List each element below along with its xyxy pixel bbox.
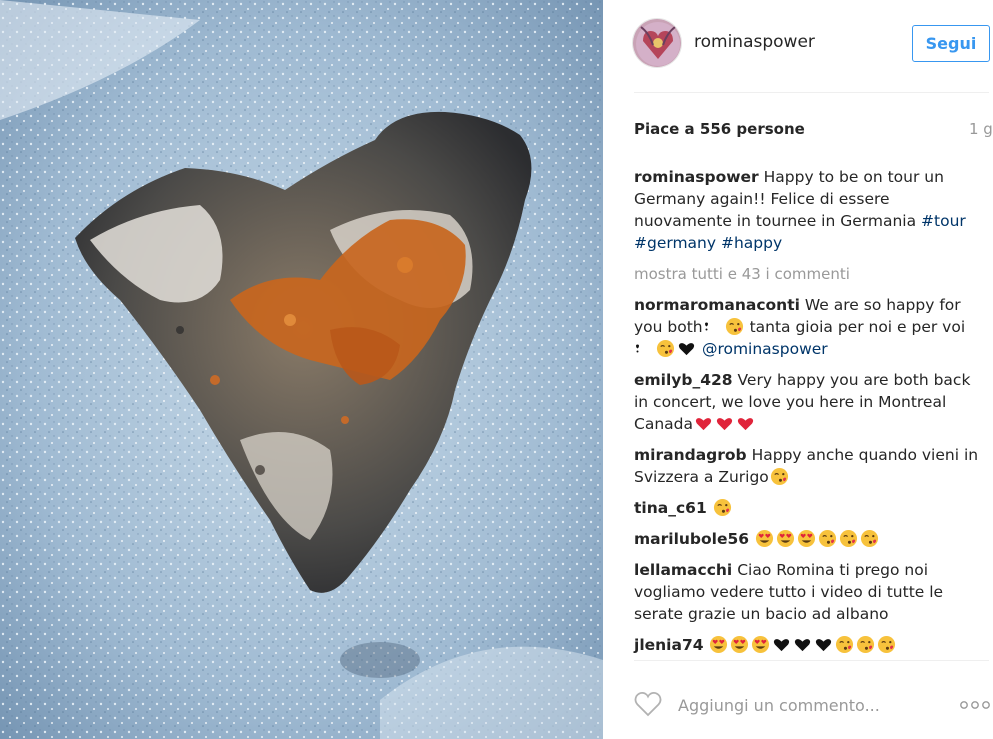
black-heart-icon — [814, 635, 833, 654]
kissing-face-icon — [860, 529, 879, 548]
heart-eyes-icon — [755, 529, 774, 548]
post-age[interactable]: 1 g — [969, 120, 993, 138]
comment-username[interactable]: tina_c61 — [634, 499, 707, 517]
post-details-panel: rominaspower Segui Piace a 556 persone 1… — [603, 0, 993, 739]
kissing-face-icon — [725, 317, 744, 336]
list-item: tina_c61 — [634, 497, 984, 519]
comments-list: rominaspower Happy to be on tour un Germ… — [634, 166, 984, 665]
avatar[interactable] — [632, 18, 682, 68]
heart-eyes-icon — [730, 635, 749, 654]
list-item: normaromanaconti We are so happy for you… — [634, 294, 984, 360]
black-heart-icon — [793, 635, 812, 654]
kissing-face-icon — [713, 498, 732, 517]
show-all-comments-link[interactable]: mostra tutti e 43 i commenti — [634, 263, 984, 285]
list-item: jlenia74 — [634, 634, 984, 656]
avatar-image — [633, 19, 681, 67]
mention-link[interactable]: @rominaspower — [702, 340, 828, 358]
follow-button[interactable]: Segui — [912, 25, 990, 62]
post-header: rominaspower Segui — [603, 0, 993, 93]
list-item: mirandagrob Happy anche quando vieni in … — [634, 444, 984, 488]
list-item: emilyb_428 Very happy you are both back … — [634, 369, 984, 435]
kissing-face-icon — [770, 467, 789, 486]
header-username[interactable]: rominaspower — [694, 32, 815, 52]
exclamation-heart-icon — [635, 339, 654, 358]
red-heart-icon — [694, 414, 713, 433]
hashtag-germany[interactable]: #germany — [634, 234, 716, 252]
red-heart-icon — [715, 414, 734, 433]
black-heart-icon — [772, 635, 791, 654]
post-photo — [0, 0, 603, 739]
comment-username[interactable]: emilyb_428 — [634, 371, 733, 389]
black-heart-icon — [677, 339, 696, 358]
comment-username[interactable]: marilubole56 — [634, 530, 749, 548]
heart-rock-image — [0, 0, 603, 739]
divider — [634, 92, 989, 93]
exclamation-heart-icon — [704, 317, 723, 336]
kissing-face-icon — [656, 339, 675, 358]
likes-count[interactable]: Piace a 556 persone — [634, 120, 805, 138]
comment-text: tanta gioia per noi e per voi — [744, 318, 966, 336]
kissing-face-icon — [856, 635, 875, 654]
heart-eyes-icon — [709, 635, 728, 654]
comment-input[interactable] — [676, 690, 920, 720]
comment-username[interactable]: mirandagrob — [634, 446, 747, 464]
kissing-face-icon — [877, 635, 896, 654]
kissing-face-icon — [839, 529, 858, 548]
list-item: marilubole56 — [634, 528, 984, 550]
kissing-face-icon — [835, 635, 854, 654]
hashtag-happy[interactable]: #happy — [721, 234, 782, 252]
ellipsis-icon[interactable] — [959, 697, 993, 711]
heart-outline-icon[interactable] — [633, 690, 663, 718]
caption: rominaspower Happy to be on tour un Germ… — [634, 166, 984, 254]
comment-username[interactable]: normaromanaconti — [634, 296, 800, 314]
divider — [634, 660, 989, 661]
heart-eyes-icon — [776, 529, 795, 548]
comment-username[interactable]: jlenia74 — [634, 636, 704, 654]
heart-eyes-icon — [751, 635, 770, 654]
heart-eyes-icon — [797, 529, 816, 548]
kissing-face-icon — [818, 529, 837, 548]
red-heart-icon — [736, 414, 755, 433]
caption-username[interactable]: rominaspower — [634, 168, 759, 186]
hashtag-tour[interactable]: #tour — [921, 212, 966, 230]
comment-username[interactable]: lellamacchi — [634, 561, 732, 579]
list-item: lellamacchi Ciao Romina ti prego noi vog… — [634, 559, 984, 625]
